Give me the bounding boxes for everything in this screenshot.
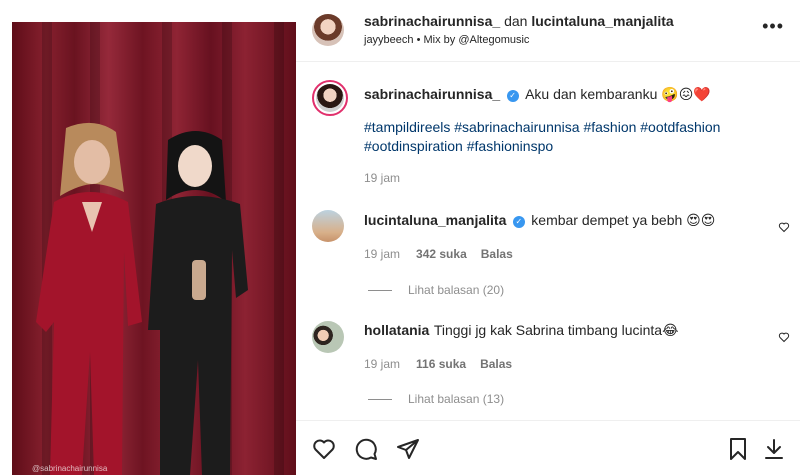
- caption-text: Aku dan kembaranku 🤪😖❤️: [525, 86, 711, 102]
- comment-meta: 19 jam 342 suka Balas: [364, 247, 513, 261]
- caption-time: 19 jam: [364, 171, 401, 185]
- like-comment-heart-icon[interactable]: [778, 331, 790, 343]
- comment-meta: 19 jam 116 suka Balas: [364, 357, 512, 371]
- caption-hashtags[interactable]: #tampildireels #sabrinachairunnisa #fash…: [364, 118, 764, 156]
- post-panel: sabrinachairunnisa_ dan lucintaluna_manj…: [296, 0, 800, 475]
- more-options-button[interactable]: •••: [762, 16, 784, 37]
- send-icon[interactable]: [396, 437, 420, 461]
- like-comment-heart-icon[interactable]: [778, 221, 790, 233]
- comment: hollatania Tinggi jg kak Sabrina timbang…: [364, 322, 764, 340]
- view-replies-button[interactable]: Lihat balasan (13): [368, 392, 504, 406]
- bookmark-icon[interactable]: [726, 437, 750, 461]
- comment-icon[interactable]: [354, 437, 378, 461]
- heart-icon[interactable]: [312, 437, 336, 461]
- person-red-pajamas: [36, 122, 142, 475]
- verified-badge-icon: ✓: [506, 90, 519, 102]
- caption: sabrinachairunnisa_ ✓ Aku dan kembaranku…: [364, 86, 784, 104]
- divider-line: [368, 290, 392, 292]
- comment-time: 19 jam: [364, 357, 401, 371]
- comment-username[interactable]: hollatania: [364, 322, 429, 338]
- divider-line: [368, 399, 392, 401]
- audio-info[interactable]: jayybeech • Mix by @Altegomusic: [364, 34, 529, 46]
- comment-likes[interactable]: 116 suka: [416, 357, 466, 371]
- comment-time: 19 jam: [364, 247, 401, 261]
- person-black-pajamas: [148, 131, 248, 475]
- view-replies-label: Lihat balasan (20): [408, 283, 505, 297]
- comment-likes[interactable]: 342 suka: [416, 247, 467, 261]
- and-text: dan: [504, 13, 528, 29]
- video-watermark: @sabrinachairunnisa: [32, 464, 108, 473]
- caption-username[interactable]: sabrinachairunnisa_: [364, 86, 500, 102]
- post-media: @sabrinachairunnisa: [0, 0, 296, 475]
- avatar[interactable]: [312, 80, 348, 116]
- comment-text: kembar dempet ya bebh 😍😍: [531, 212, 716, 228]
- post-authors: sabrinachairunnisa_ dan lucintaluna_manj…: [364, 13, 674, 29]
- view-replies-button[interactable]: Lihat balasan (20): [368, 283, 504, 297]
- avatar[interactable]: [312, 14, 344, 46]
- download-icon[interactable]: [762, 437, 786, 461]
- avatar[interactable]: [312, 210, 344, 242]
- verified-badge-icon: ✓: [512, 216, 525, 228]
- action-bar: [296, 420, 800, 475]
- comment-text: Tinggi jg kak Sabrina timbang lucinta😂: [433, 322, 679, 338]
- curtain-fold: [274, 22, 284, 475]
- post-header: sabrinachairunnisa_ dan lucintaluna_manj…: [296, 0, 800, 62]
- comment-username[interactable]: lucintaluna_manjalita: [364, 212, 506, 228]
- view-replies-label: Lihat balasan (13): [408, 392, 505, 406]
- comment: lucintaluna_manjalita ✓ kembar dempet ya…: [364, 212, 764, 230]
- reel-video[interactable]: @sabrinachairunnisa: [12, 22, 296, 475]
- coauthor-username[interactable]: lucintaluna_manjalita: [531, 13, 673, 29]
- author-username[interactable]: sabrinachairunnisa_: [364, 13, 500, 29]
- reply-button[interactable]: Balas: [481, 247, 513, 261]
- avatar[interactable]: [312, 321, 344, 353]
- reply-button[interactable]: Balas: [480, 357, 512, 371]
